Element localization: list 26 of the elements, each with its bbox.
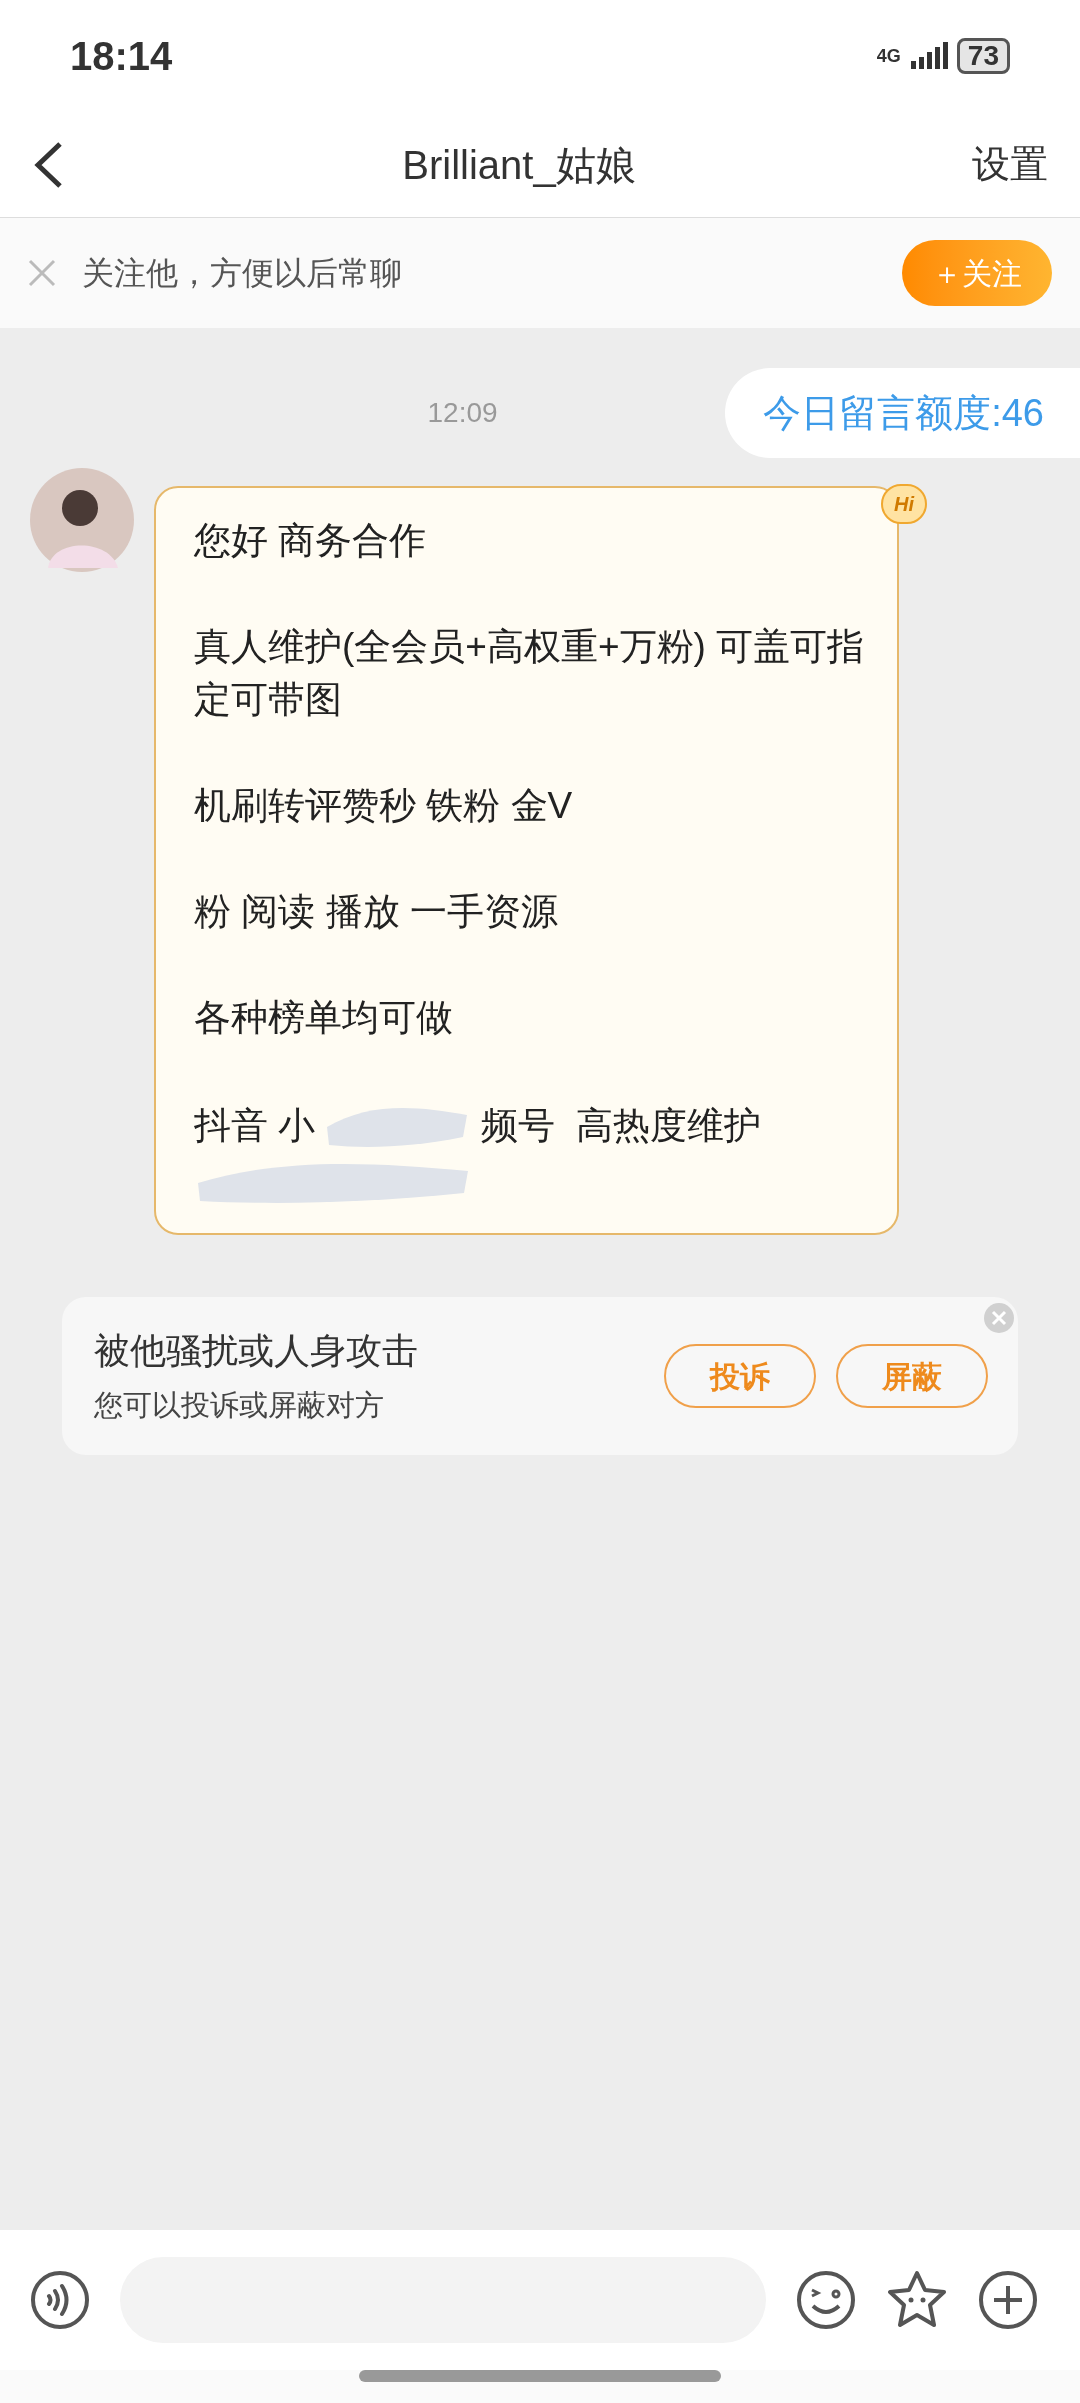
message-text: 抖音 小 [194,1103,316,1148]
settings-link[interactable]: 设置 [972,136,1048,193]
safety-subtitle: 您可以投诉或屏蔽对方 [94,1388,385,1424]
battery-indicator: 73 [956,38,1010,74]
action-button[interactable]: 屏蔽 [836,1344,988,1408]
quota-label: 今日留言额度:46 [725,368,1080,458]
plus-icon[interactable] [978,2270,1038,2330]
message-text: 您好 商务合作 [194,519,428,563]
message-text: 粉 阅读 播放 一手资源 [194,890,559,934]
hi-badge: Hi [881,484,927,524]
signal-icon [908,41,949,71]
message-timestamp: 12:09 [426,396,499,430]
message-text: 真人维护(全会员+高权重+万粉) 可盖可指定可带图 [194,625,866,722]
message-text: 各种榜单均可做 [194,996,454,1040]
status-time: 18:14 [70,33,173,80]
voice-icon[interactable] [30,2270,90,2330]
action-button[interactable]: 投诉 [664,1344,816,1408]
chat-title: Brilliant_姑娘 [402,141,636,189]
emoji-icon[interactable] [796,2270,856,2330]
follow-button[interactable]: ＋关注 [902,240,1052,306]
safety-title: 被他骚扰或人身攻击 [94,1329,419,1374]
message-text: 频号 高热度维护 [481,1103,761,1148]
follow-prompt: 关注他，方便以后常聊 [82,254,403,293]
avatar[interactable] [30,468,134,572]
network-label: 4G [876,47,901,65]
message-text: 机刷转评赞秒 铁粉 金V [194,784,574,828]
